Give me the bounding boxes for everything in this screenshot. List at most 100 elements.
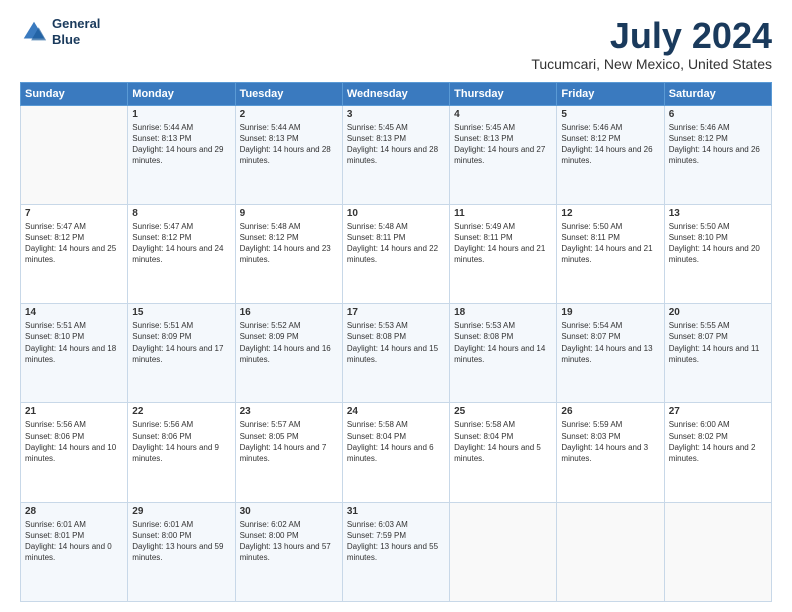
day-number: 10 [347,208,445,219]
daylight: Daylight: 14 hours and 5 minutes. [454,443,541,463]
sunset: Sunset: 8:13 PM [347,134,406,143]
sunrise: Sunrise: 5:48 AM [347,222,408,231]
sunset: Sunset: 8:07 PM [669,332,728,341]
day-info: Sunrise: 5:44 AM Sunset: 8:13 PM Dayligh… [240,122,338,167]
day-number: 25 [454,406,552,417]
logo: General Blue [20,16,100,47]
sunrise: Sunrise: 5:44 AM [132,123,193,132]
daylight: Daylight: 14 hours and 27 minutes. [454,145,545,165]
sunrise: Sunrise: 5:52 AM [240,321,301,330]
day-number: 6 [669,109,767,120]
sunrise: Sunrise: 5:50 AM [669,222,730,231]
calendar-cell: 17 Sunrise: 5:53 AM Sunset: 8:08 PM Dayl… [342,304,449,403]
sunset: Sunset: 8:09 PM [132,332,191,341]
day-info: Sunrise: 6:01 AM Sunset: 8:01 PM Dayligh… [25,519,123,564]
sunset: Sunset: 7:59 PM [347,531,406,540]
sunset: Sunset: 8:12 PM [25,233,84,242]
day-info: Sunrise: 6:02 AM Sunset: 8:00 PM Dayligh… [240,519,338,564]
calendar-table: Sunday Monday Tuesday Wednesday Thursday… [20,82,772,602]
calendar-cell: 1 Sunrise: 5:44 AM Sunset: 8:13 PM Dayli… [128,105,235,204]
day-number: 30 [240,506,338,517]
daylight: Daylight: 14 hours and 28 minutes. [347,145,438,165]
day-number: 4 [454,109,552,120]
calendar-cell: 18 Sunrise: 5:53 AM Sunset: 8:08 PM Dayl… [450,304,557,403]
sunset: Sunset: 8:13 PM [240,134,299,143]
day-info: Sunrise: 5:58 AM Sunset: 8:04 PM Dayligh… [454,419,552,464]
daylight: Daylight: 13 hours and 59 minutes. [132,542,223,562]
logo-line2: Blue [52,32,100,48]
daylight: Daylight: 14 hours and 11 minutes. [669,344,760,364]
sunrise: Sunrise: 6:03 AM [347,520,408,529]
daylight: Daylight: 14 hours and 21 minutes. [454,244,545,264]
sunset: Sunset: 8:01 PM [25,531,84,540]
daylight: Daylight: 14 hours and 3 minutes. [561,443,648,463]
sunrise: Sunrise: 5:47 AM [25,222,86,231]
daylight: Daylight: 14 hours and 13 minutes. [561,344,652,364]
daylight: Daylight: 14 hours and 16 minutes. [240,344,331,364]
day-info: Sunrise: 5:53 AM Sunset: 8:08 PM Dayligh… [347,320,445,365]
calendar-cell: 5 Sunrise: 5:46 AM Sunset: 8:12 PM Dayli… [557,105,664,204]
calendar-cell: 22 Sunrise: 5:56 AM Sunset: 8:06 PM Dayl… [128,403,235,502]
week-row-4: 28 Sunrise: 6:01 AM Sunset: 8:01 PM Dayl… [21,502,772,601]
day-info: Sunrise: 5:47 AM Sunset: 8:12 PM Dayligh… [132,221,230,266]
sunrise: Sunrise: 6:01 AM [132,520,193,529]
day-info: Sunrise: 5:51 AM Sunset: 8:10 PM Dayligh… [25,320,123,365]
page: General Blue July 2024 Tucumcari, New Me… [0,0,792,612]
daylight: Daylight: 14 hours and 29 minutes. [132,145,223,165]
sunset: Sunset: 8:11 PM [561,233,620,242]
sunrise: Sunrise: 6:00 AM [669,420,730,429]
calendar-cell: 6 Sunrise: 5:46 AM Sunset: 8:12 PM Dayli… [664,105,771,204]
daylight: Daylight: 14 hours and 15 minutes. [347,344,438,364]
sunset: Sunset: 8:12 PM [132,233,191,242]
col-thursday: Thursday [450,82,557,105]
calendar-cell: 13 Sunrise: 5:50 AM Sunset: 8:10 PM Dayl… [664,204,771,303]
sunrise: Sunrise: 5:57 AM [240,420,301,429]
subtitle: Tucumcari, New Mexico, United States [531,56,772,72]
calendar-cell: 14 Sunrise: 5:51 AM Sunset: 8:10 PM Dayl… [21,304,128,403]
sunset: Sunset: 8:02 PM [669,432,728,441]
day-info: Sunrise: 5:45 AM Sunset: 8:13 PM Dayligh… [454,122,552,167]
day-info: Sunrise: 5:45 AM Sunset: 8:13 PM Dayligh… [347,122,445,167]
sunrise: Sunrise: 6:02 AM [240,520,301,529]
calendar-cell [450,502,557,601]
day-info: Sunrise: 5:55 AM Sunset: 8:07 PM Dayligh… [669,320,767,365]
sunrise: Sunrise: 5:55 AM [669,321,730,330]
sunset: Sunset: 8:12 PM [240,233,299,242]
main-title: July 2024 [531,16,772,56]
day-number: 1 [132,109,230,120]
calendar-cell: 26 Sunrise: 5:59 AM Sunset: 8:03 PM Dayl… [557,403,664,502]
calendar-cell: 4 Sunrise: 5:45 AM Sunset: 8:13 PM Dayli… [450,105,557,204]
day-number: 22 [132,406,230,417]
calendar-cell [557,502,664,601]
week-row-0: 1 Sunrise: 5:44 AM Sunset: 8:13 PM Dayli… [21,105,772,204]
calendar-cell: 8 Sunrise: 5:47 AM Sunset: 8:12 PM Dayli… [128,204,235,303]
sunset: Sunset: 8:12 PM [669,134,728,143]
day-info: Sunrise: 5:46 AM Sunset: 8:12 PM Dayligh… [561,122,659,167]
sunset: Sunset: 8:09 PM [240,332,299,341]
sunrise: Sunrise: 6:01 AM [25,520,86,529]
col-friday: Friday [557,82,664,105]
day-info: Sunrise: 5:48 AM Sunset: 8:11 PM Dayligh… [347,221,445,266]
daylight: Daylight: 14 hours and 20 minutes. [669,244,760,264]
day-info: Sunrise: 5:47 AM Sunset: 8:12 PM Dayligh… [25,221,123,266]
week-row-1: 7 Sunrise: 5:47 AM Sunset: 8:12 PM Dayli… [21,204,772,303]
day-info: Sunrise: 6:01 AM Sunset: 8:00 PM Dayligh… [132,519,230,564]
sunrise: Sunrise: 5:58 AM [454,420,515,429]
day-info: Sunrise: 5:56 AM Sunset: 8:06 PM Dayligh… [132,419,230,464]
sunset: Sunset: 8:06 PM [132,432,191,441]
sunset: Sunset: 8:13 PM [132,134,191,143]
day-number: 2 [240,109,338,120]
col-saturday: Saturday [664,82,771,105]
calendar-cell: 27 Sunrise: 6:00 AM Sunset: 8:02 PM Dayl… [664,403,771,502]
day-info: Sunrise: 5:53 AM Sunset: 8:08 PM Dayligh… [454,320,552,365]
calendar-cell: 3 Sunrise: 5:45 AM Sunset: 8:13 PM Dayli… [342,105,449,204]
day-number: 21 [25,406,123,417]
day-number: 9 [240,208,338,219]
day-number: 5 [561,109,659,120]
sunset: Sunset: 8:05 PM [240,432,299,441]
daylight: Daylight: 14 hours and 18 minutes. [25,344,116,364]
day-info: Sunrise: 5:44 AM Sunset: 8:13 PM Dayligh… [132,122,230,167]
calendar-cell: 15 Sunrise: 5:51 AM Sunset: 8:09 PM Dayl… [128,304,235,403]
calendar-cell: 11 Sunrise: 5:49 AM Sunset: 8:11 PM Dayl… [450,204,557,303]
sunrise: Sunrise: 5:49 AM [454,222,515,231]
